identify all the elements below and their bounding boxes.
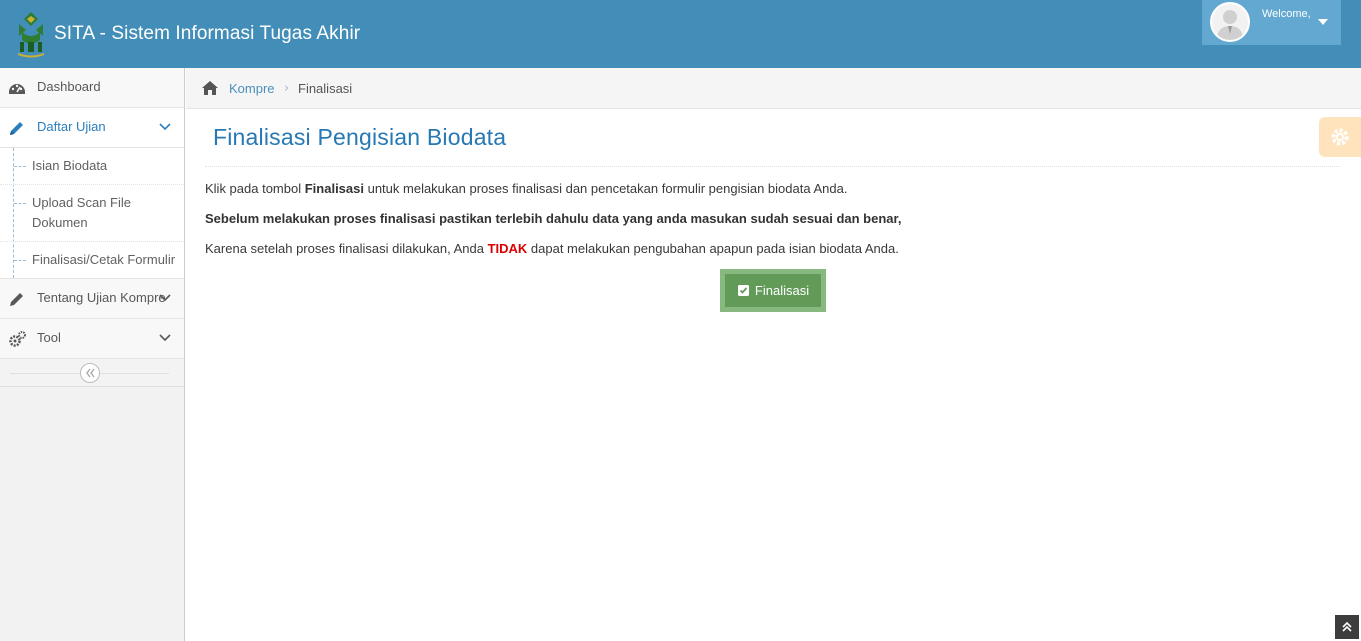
sidebar-item-label: Tentang Ujian Kompre [37,290,166,305]
instruction-text-part: Klik pada tombol [205,181,305,196]
cogs-icon [9,331,26,347]
breadcrumb-link-kompre[interactable]: Kompre [229,81,275,96]
check-square-icon [737,285,749,296]
tachometer-icon [9,84,25,94]
chevron-down-icon [159,123,171,131]
notice-emphasis: TIDAK [487,241,528,256]
app-title: SITA - Sistem Informasi Tugas Akhir [54,23,361,44]
sidebar-item-tentang-ujian[interactable]: Tentang Ujian Kompre [0,279,184,319]
pencil-icon [10,122,23,135]
caret-down-icon [1318,19,1328,25]
sidebar-collapse-button[interactable] [80,363,100,383]
notice-text-part: dapat melakukan pengubahan apapun pada i… [527,241,899,256]
scroll-to-top-button[interactable] [1335,615,1359,639]
chevron-down-icon [159,334,171,342]
double-angle-up-icon [1342,622,1352,632]
sidebar: Dashboard Daftar Ujian Isian Biodata Upl… [0,68,185,641]
user-menu[interactable]: Welcome, [1202,0,1341,45]
welcome-text: Welcome, [1262,8,1311,20]
sidebar-collapse-row [0,359,184,387]
university-logo-icon [18,12,44,58]
page-header: Finalisasi Pengisian Biodata [205,110,1341,167]
sidebar-item-daftar-ujian[interactable]: Daftar Ujian [0,108,184,148]
home-icon[interactable] [201,80,219,96]
sidebar-item-label: Dashboard [37,79,101,94]
sidebar-item-tool[interactable]: Tool [0,319,184,359]
sidebar-item-label: Daftar Ujian [37,119,106,134]
instruction-text-part: untuk melakukan proses finalisasi dan pe… [363,181,848,196]
user-avatar-icon [1217,10,1243,40]
chevron-down-icon [159,294,171,302]
submenu-item-isian-biodata[interactable]: Isian Biodata [0,148,184,184]
finalisasi-button-label: Finalisasi [754,283,810,298]
breadcrumb: Kompre › Finalisasi [186,68,1361,109]
sidebar-item-dashboard[interactable]: Dashboard [0,68,184,108]
page-title: Finalisasi Pengisian Biodata [213,124,507,150]
instruction-text: Klik pada tombol Finalisasi untuk melaku… [205,181,847,196]
notice-text: Karena setelah proses finalisasi dilakuk… [205,241,899,256]
double-angle-left-icon [86,368,95,378]
breadcrumb-current: Finalisasi [298,81,353,96]
warning-text: Sebelum melakukan proses finalisasi past… [205,211,902,226]
instruction-keyword: Finalisasi [304,181,364,196]
avatar [1210,2,1250,42]
pencil-icon [10,293,23,306]
breadcrumb-separator: › [284,81,290,96]
notice-text-part: Karena setelah proses finalisasi dilakuk… [205,241,488,256]
sidebar-item-label: Tool [37,330,61,345]
submenu-item-upload-scan[interactable]: Upload Scan File Dokumen [0,184,184,241]
submenu-item-finalisasi[interactable]: Finalisasi/Cetak Formulir [0,241,184,278]
finalisasi-button-wrapper: Finalisasi [720,269,826,312]
brand[interactable]: SITA - Sistem Informasi Tugas Akhir [14,10,360,58]
submenu-daftar-ujian: Isian Biodata Upload Scan File Dokumen F… [0,148,184,279]
finalisasi-button[interactable]: Finalisasi [724,273,822,308]
navbar: SITA - Sistem Informasi Tugas Akhir Welc… [0,0,1361,68]
